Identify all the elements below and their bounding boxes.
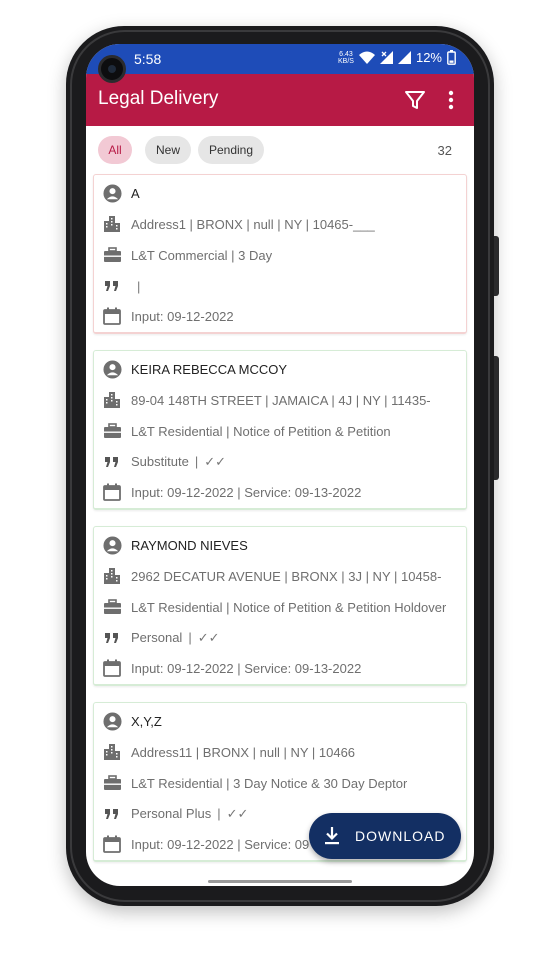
filter-chips: All New Pending 32 (86, 126, 474, 174)
card-name-row: X,Y,Z (102, 709, 460, 733)
delivery-card[interactable]: RAYMOND NIEVES 2962 DECATUR AVENUE | BRO… (93, 526, 467, 686)
battery-percent: 12% (415, 50, 442, 65)
filter-icon[interactable] (404, 89, 426, 111)
service-type: Substitute (131, 454, 189, 469)
service-info: Personal | ✓✓ (131, 630, 220, 646)
address: 89-04 148TH STREET | JAMAICA | 4J | NY |… (131, 392, 431, 408)
quote-icon (102, 804, 122, 824)
signal-icon (397, 51, 411, 64)
card-date-row: Input: 09-12-2022 | Service: 09-13-2022 (102, 656, 460, 680)
building-icon (102, 742, 122, 762)
more-vert-icon[interactable] (444, 88, 458, 112)
app-screen: 5:58 6.43 KB/S 12% Legal Delivery All Ne… (86, 44, 474, 886)
card-address-row: 89-04 148TH STREET | JAMAICA | 4J | NY |… (102, 388, 460, 412)
service-type: Personal (131, 630, 183, 645)
power-button (494, 236, 499, 296)
service-info: Personal Plus | ✓✓ (131, 806, 248, 822)
card-case-row: L&T Residential | 3 Day Notice & 30 Day … (102, 771, 460, 795)
volume-button (494, 356, 499, 480)
person-icon (102, 711, 122, 731)
address: Address1 | BRONX | null | NY | 10465-___ (131, 216, 375, 232)
service-checks: ✓✓ (204, 454, 227, 469)
case-type: L&T Commercial | 3 Day (131, 247, 273, 263)
result-count: 32 (437, 143, 452, 158)
service-checks: ✓✓ (226, 806, 249, 821)
briefcase-icon (102, 245, 122, 265)
card-name-row: KEIRA REBECCA MCCOY (102, 357, 460, 381)
app-bar: Legal Delivery (86, 74, 474, 126)
card-address-row: 2962 DECATUR AVENUE | BRONX | 3J | NY | … (102, 564, 460, 588)
briefcase-icon (102, 421, 122, 441)
calendar-icon (102, 306, 122, 326)
delivery-card[interactable]: A Address1 | BRONX | null | NY | 10465-_… (93, 174, 467, 334)
service-checks: ✓✓ (197, 630, 220, 645)
download-button[interactable]: DOWNLOAD (309, 813, 461, 859)
calendar-icon (102, 658, 122, 678)
card-service-row: | (102, 274, 460, 298)
card-address-row: Address11 | BRONX | null | NY | 10466 (102, 740, 460, 764)
card-case-row: L&T Residential | Notice of Petition & P… (102, 419, 460, 443)
dates: Input: 09-12-2022 | Service: 09 (131, 836, 310, 852)
person-icon (102, 535, 122, 555)
card-address-row: Address1 | BRONX | null | NY | 10465-___ (102, 212, 460, 236)
person-icon (102, 359, 122, 379)
chip-pending[interactable]: Pending (198, 136, 264, 164)
calendar-icon (102, 834, 122, 854)
quote-icon (102, 452, 122, 472)
status-icons: 6.43 KB/S 12% (338, 50, 456, 65)
recipient-name: RAYMOND NIEVES (131, 537, 248, 553)
network-speed-unit: KB/S (338, 57, 354, 65)
download-icon (325, 827, 339, 845)
recipient-name: A (131, 185, 140, 201)
card-date-row: Input: 09-12-2022 | Service: 09-13-2022 (102, 480, 460, 504)
card-name-row: A (102, 181, 460, 205)
network-speed: 6.43 KB/S (338, 51, 354, 65)
delivery-card[interactable]: KEIRA REBECCA MCCOY 89-04 148TH STREET |… (93, 350, 467, 510)
quote-icon (102, 628, 122, 648)
quote-icon (102, 276, 122, 296)
building-icon (102, 390, 122, 410)
recipient-name: X,Y,Z (131, 713, 162, 729)
recipient-name: KEIRA REBECCA MCCOY (131, 361, 288, 377)
building-icon (102, 566, 122, 586)
briefcase-icon (102, 597, 122, 617)
service-info: | (131, 279, 146, 294)
battery-icon (447, 50, 456, 65)
card-case-row: L&T Commercial | 3 Day (102, 243, 460, 267)
home-indicator[interactable] (208, 880, 352, 883)
network-speed-value: 6.43 (339, 50, 353, 58)
wifi-icon (358, 51, 375, 64)
calendar-icon (102, 482, 122, 502)
status-time: 5:58 (134, 51, 162, 67)
chip-new[interactable]: New (145, 136, 191, 164)
case-type: L&T Residential | 3 Day Notice & 30 Day … (131, 775, 408, 791)
dates: Input: 09-12-2022 | Service: 09-13-2022 (131, 660, 362, 676)
card-name-row: RAYMOND NIEVES (102, 533, 460, 557)
card-case-row: L&T Residential | Notice of Petition & P… (102, 595, 460, 619)
download-label: DOWNLOAD (355, 828, 446, 844)
card-date-row: Input: 09-12-2022 (102, 304, 460, 328)
card-service-row: Substitute | ✓✓ (102, 450, 460, 474)
case-type: L&T Residential | Notice of Petition & P… (131, 599, 447, 615)
person-icon (102, 183, 122, 203)
address: 2962 DECATUR AVENUE | BRONX | 3J | NY | … (131, 568, 442, 584)
separator: | (194, 454, 199, 469)
building-icon (102, 214, 122, 234)
app-title: Legal Delivery (98, 88, 219, 109)
address: Address11 | BRONX | null | NY | 10466 (131, 744, 356, 760)
front-camera (98, 55, 126, 83)
service-type: Personal Plus (131, 806, 212, 821)
chip-all[interactable]: All (98, 136, 132, 164)
dates: Input: 09-12-2022 | Service: 09-13-2022 (131, 484, 362, 500)
card-service-row: Personal | ✓✓ (102, 626, 460, 650)
status-bar: 5:58 6.43 KB/S 12% (86, 44, 474, 74)
separator: | (137, 278, 141, 294)
briefcase-icon (102, 773, 122, 793)
signal-x-icon (379, 51, 393, 64)
case-type: L&T Residential | Notice of Petition & P… (131, 423, 391, 439)
separator: | (217, 806, 221, 821)
separator: | (188, 630, 192, 645)
service-info: Substitute | ✓✓ (131, 454, 226, 470)
dates: Input: 09-12-2022 (131, 308, 234, 324)
